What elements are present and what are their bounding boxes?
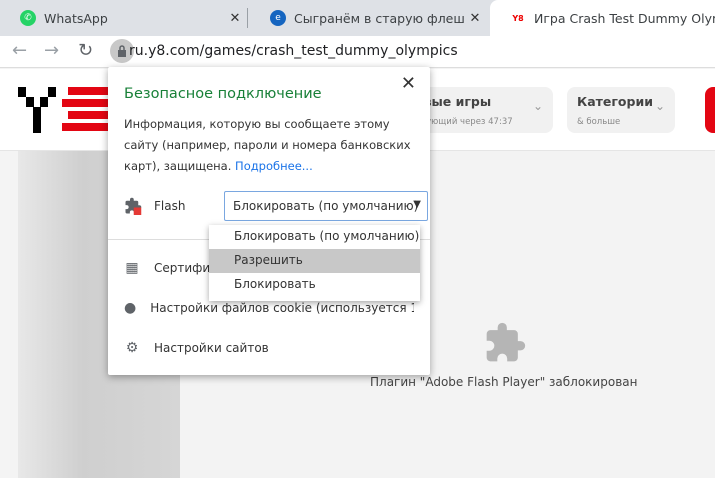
chevron-down-icon: ⌄: [532, 99, 543, 113]
close-icon[interactable]: ✕: [401, 73, 416, 94]
address-bar[interactable]: ru.y8.com/games/crash_test_dummy_olympic…: [129, 43, 458, 59]
cookie-settings-row[interactable]: ●Настройки файлов cookie (используется 1…: [124, 300, 414, 316]
site-icon: e: [270, 10, 286, 26]
tab-flash-forum[interactable]: e Сыгранём в старую флешуху!? К ✕: [250, 0, 485, 36]
flash-setting: Flash Блокировать (по умолчанию) ▼: [124, 191, 428, 221]
whatsapp-icon: ✆: [20, 10, 36, 26]
option-allow[interactable]: Разрешить: [209, 249, 420, 273]
cookie-icon: ●: [124, 300, 137, 316]
back-icon[interactable]: ←: [12, 40, 27, 61]
tab-strip: ✆ WhatsApp ✕ e Сыгранём в старую флешуху…: [0, 0, 715, 36]
flash-dropdown-menu: Блокировать (по умолчанию) Разрешить Бло…: [209, 225, 420, 301]
browser-toolbar: ← → ↻ ru.y8.com/games/crash_test_dummy_o…: [0, 36, 715, 68]
plugin-blocked-message: Плагин "Adobe Flash Player" заблокирован: [370, 375, 638, 389]
more-link[interactable]: Подробнее...: [235, 159, 313, 173]
red-button[interactable]: [705, 87, 715, 133]
tab-y8-game[interactable]: Y8 Игра Crash Test Dummy Olympic: [490, 0, 715, 36]
popup-description: Информация, которую вы сообщаете этому с…: [124, 117, 411, 173]
categories-menu[interactable]: Категории & больше ⌄: [567, 87, 675, 133]
reload-icon[interactable]: ↻: [78, 40, 93, 61]
plugin-blocked-icon: [125, 197, 142, 215]
certificate-icon: ▦: [125, 260, 139, 276]
forward-icon[interactable]: →: [44, 40, 59, 61]
y8-icon: Y8: [512, 13, 524, 23]
site-info-popup: Безопасное подключение ✕ Информация, кот…: [108, 67, 430, 375]
dropdown-arrow-icon: ▼: [413, 199, 421, 210]
tab-separator: [247, 8, 248, 28]
popup-title: Безопасное подключение: [124, 86, 322, 102]
gear-icon: ⚙: [125, 340, 139, 356]
site-settings-row[interactable]: ⚙ Настройки сайтов: [124, 340, 414, 356]
plugin-icon: [486, 322, 526, 362]
option-block[interactable]: Блокировать: [209, 273, 420, 297]
tab-whatsapp[interactable]: ✆ WhatsApp ✕: [0, 0, 245, 36]
close-tab-icon[interactable]: ✕: [225, 11, 245, 26]
close-tab-icon[interactable]: ✕: [465, 11, 485, 26]
flash-select[interactable]: Блокировать (по умолчанию) ▼: [224, 191, 428, 221]
chevron-down-icon: ⌄: [654, 99, 665, 113]
y8-logo[interactable]: [18, 87, 108, 133]
option-block-default[interactable]: Блокировать (по умолчанию): [209, 225, 420, 249]
